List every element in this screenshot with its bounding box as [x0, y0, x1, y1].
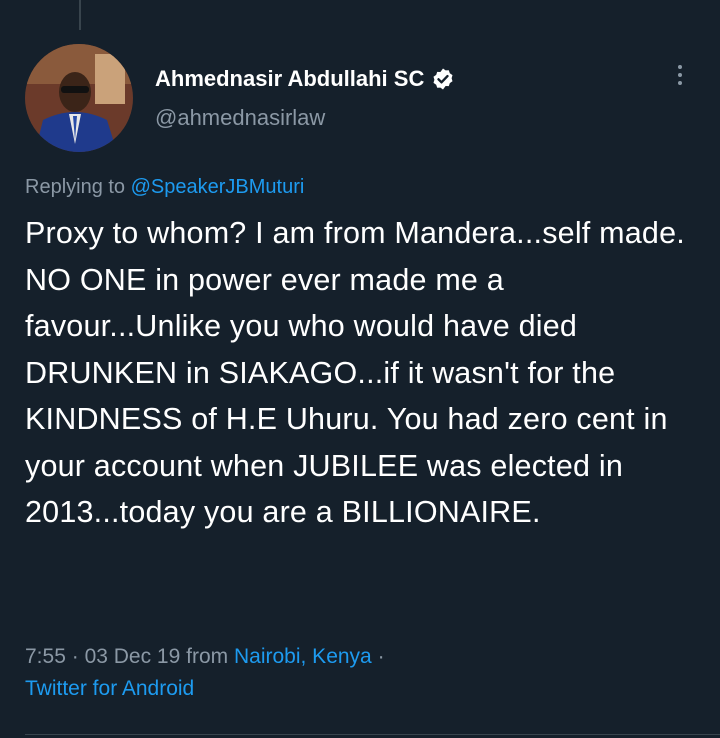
tweet-location-link[interactable]: Nairobi, Kenya	[234, 645, 372, 668]
replying-to-prefix: Replying to	[25, 176, 126, 198]
divider	[25, 734, 720, 735]
meta-separator: ·	[71, 645, 79, 668]
thread-connector-line	[79, 0, 81, 30]
tweet-date[interactable]: 03 Dec 19	[85, 645, 181, 668]
verified-badge-icon	[431, 67, 455, 91]
from-prefix: from	[186, 645, 229, 668]
avatar-image	[25, 44, 133, 152]
replying-to-line: Replying to @SpeakerJBMuturi	[25, 176, 304, 199]
tweet-meta: 7:55 · 03 Dec 19 from Nairobi, Kenya · T…	[25, 641, 705, 705]
tweet-source-link[interactable]: Twitter for Android	[25, 677, 194, 700]
tweet-time[interactable]: 7:55	[25, 645, 66, 668]
author-handle[interactable]: @ahmednasirlaw	[155, 105, 325, 131]
more-options-icon[interactable]	[668, 62, 692, 92]
tweet-text: Proxy to whom? I am from Mandera...self …	[25, 216, 685, 529]
author-name[interactable]: Ahmednasir Abdullahi SC	[155, 66, 424, 92]
replying-to-link[interactable]: @SpeakerJBMuturi	[131, 176, 305, 198]
meta-separator: ·	[377, 645, 385, 668]
author-name-row[interactable]: Ahmednasir Abdullahi SC	[155, 66, 455, 92]
avatar[interactable]	[25, 44, 133, 152]
